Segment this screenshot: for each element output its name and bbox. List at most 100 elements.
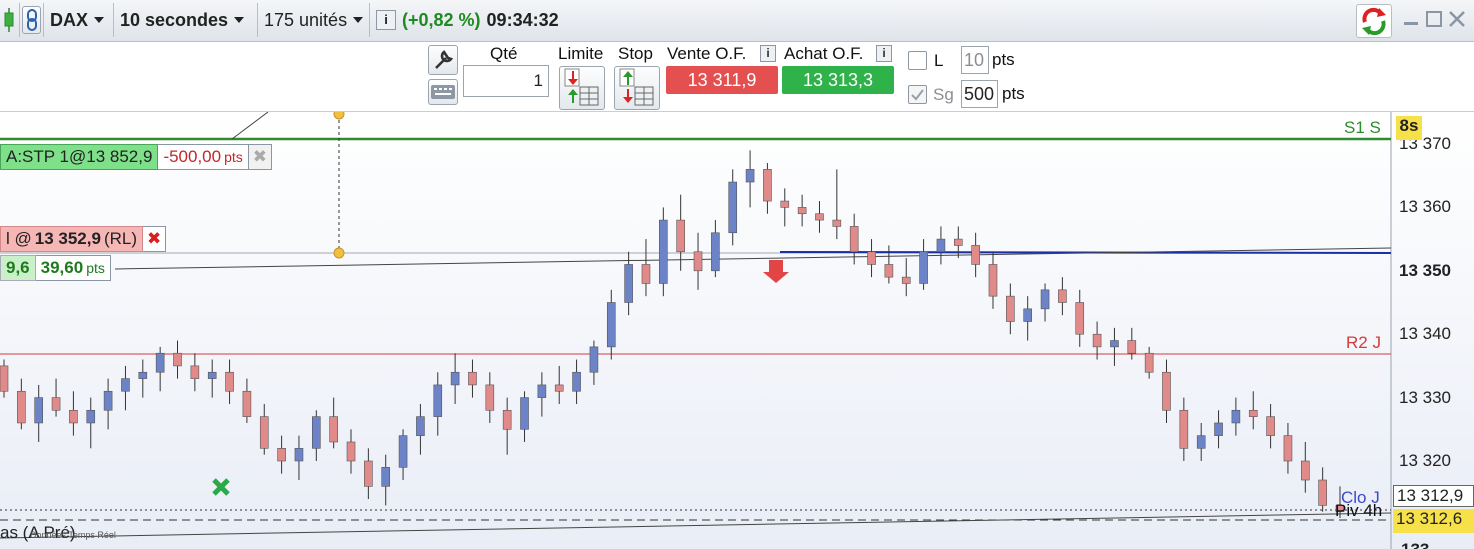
candle-body	[207, 371, 217, 379]
candlestick-icon	[4, 8, 14, 32]
limit-points-label: L	[934, 51, 944, 70]
limit-order-close-icon[interactable]: ✖	[143, 226, 167, 252]
stop-order-tag[interactable]: A:STP 1@13 852,9 -500,00 pts ✖	[0, 144, 273, 170]
candle-body	[190, 365, 200, 379]
candle-body	[121, 378, 130, 392]
candle-body	[312, 416, 321, 449]
candle-body	[624, 264, 633, 303]
stop-loss-checkbox[interactable]	[908, 85, 927, 104]
stop-order-close-icon[interactable]: ✖	[248, 144, 273, 170]
candle-body	[450, 371, 460, 386]
y-tick-label: 13 330	[1399, 387, 1451, 407]
candle-body	[173, 352, 182, 367]
keypad-button[interactable]	[428, 79, 458, 105]
candle-body	[971, 245, 980, 265]
y-tick-partial: 133	[1398, 536, 1458, 549]
drag-handle-bottom[interactable]	[333, 247, 345, 259]
candle-body	[1214, 422, 1223, 436]
lower-trendline[interactable]	[0, 512, 1392, 539]
limit-order-prefix: l @	[6, 229, 32, 248]
candle-body	[763, 169, 772, 202]
quote-time: 09:34:32	[486, 9, 559, 30]
stop-order-points-value: -500,00	[163, 147, 222, 166]
candle-body	[17, 390, 26, 424]
chart-type-button[interactable]	[0, 3, 20, 37]
candle-body	[138, 371, 148, 379]
candle-body	[1231, 409, 1241, 424]
candle-timer-badge: 8s	[1396, 116, 1422, 140]
keyboard-icon	[431, 85, 455, 99]
timeframe-select[interactable]: 10 secondes	[114, 3, 258, 37]
settings-button[interactable]	[428, 45, 458, 75]
candle-body	[242, 390, 252, 417]
candle-body	[693, 251, 703, 272]
candle-body	[728, 181, 738, 234]
quote-summary: i (+0,82 %) 09:34:32	[370, 3, 590, 37]
cross-marker-icon[interactable]	[212, 478, 230, 496]
sell-button[interactable]: 13 311,9	[666, 66, 778, 94]
maximize-icon[interactable]	[1426, 11, 1442, 27]
chevron-down-icon	[94, 17, 105, 23]
buy-info-icon[interactable]: i	[876, 45, 892, 62]
diagonal-trendline[interactable]	[114, 247, 1392, 270]
limit-label: Limite	[558, 44, 604, 63]
qty-label: Qté	[490, 44, 518, 63]
sell-info-icon[interactable]: i	[760, 45, 776, 62]
candle-body	[277, 448, 286, 462]
candle-body	[1023, 308, 1032, 322]
candle-body	[520, 397, 529, 430]
limit-points-input[interactable]: 10	[961, 46, 989, 74]
instrument-select[interactable]: DAX	[44, 3, 114, 37]
candle-body	[1266, 416, 1275, 436]
candle-body	[485, 384, 495, 411]
close-icon[interactable]	[1448, 10, 1466, 28]
limit-order-tag[interactable]: l @ 13 352,9 (RL) ✖	[0, 226, 167, 252]
candle-body	[1196, 435, 1206, 449]
limit-order-suffix: (RL)	[103, 229, 138, 248]
candle-body	[953, 238, 963, 246]
stop-loss-input[interactable]: 500	[961, 80, 998, 108]
candle-body	[51, 397, 61, 411]
units-label: 175 unités	[264, 9, 348, 30]
price-chart[interactable]: 13 370 13 360 13 350 13 340 13 330 13 320 8s …	[0, 112, 1474, 549]
piv-level-label: Piv 4h	[1335, 501, 1383, 520]
timeframe-label: 10 secondes	[120, 9, 229, 30]
candle-body	[780, 200, 790, 208]
limit-order-left-value: 9,6	[0, 255, 36, 281]
limit-checkbox[interactable]	[908, 51, 927, 70]
drag-handle-top[interactable]	[333, 112, 345, 120]
candle-body	[1162, 371, 1171, 411]
candle-body	[259, 416, 269, 449]
chart-plot-area[interactable]	[0, 112, 1474, 549]
info-icon[interactable]: i	[376, 10, 396, 30]
candle-body	[1058, 289, 1067, 303]
stop-connector-line	[231, 112, 269, 140]
limit-order-profit-tag[interactable]: 9,6 39,60 pts	[0, 255, 111, 281]
units-select[interactable]: 175 unités	[258, 3, 370, 37]
stop-order-button[interactable]	[614, 66, 660, 110]
limit-order-points-value: 39,60	[40, 258, 84, 277]
candle-body	[537, 384, 547, 398]
link-button[interactable]	[20, 3, 44, 37]
buy-button[interactable]: 13 313,3	[782, 66, 894, 94]
order-ticket: Qté 1 Limite Stop Vente O.F. i 13 311,9 …	[0, 42, 1474, 112]
candle-body	[364, 460, 373, 487]
candle-body	[711, 232, 720, 272]
refresh-button[interactable]	[1356, 4, 1392, 38]
checkmark-icon	[911, 89, 924, 101]
stop-order-points-unit: pts	[224, 149, 243, 165]
candle-body	[225, 371, 234, 392]
candle-body	[69, 409, 78, 424]
sell-arrow-icon[interactable]	[763, 260, 789, 283]
stop-order-label: A:STP 1@13 852,9	[0, 144, 159, 170]
minimize-icon[interactable]	[1404, 22, 1418, 25]
limit-order-button[interactable]	[559, 66, 605, 110]
candle-body	[1092, 333, 1102, 348]
stop-order-icon	[619, 68, 654, 106]
qty-input[interactable]: 1	[463, 65, 549, 97]
candlestick-series	[0, 150, 1345, 519]
limit-order-label: l @ 13 352,9 (RL)	[0, 226, 144, 252]
candle-body	[329, 416, 338, 443]
candle-body	[86, 409, 96, 424]
candle-body	[103, 390, 113, 411]
